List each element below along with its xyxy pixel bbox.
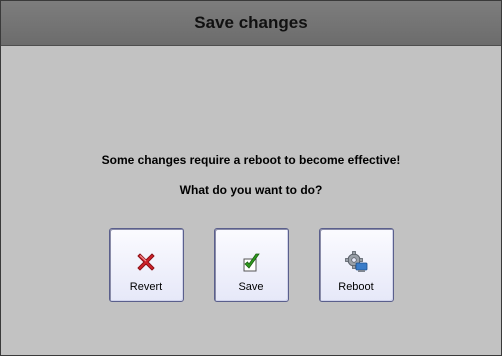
- checkmark-icon: [239, 249, 263, 275]
- save-button-label: Save: [238, 281, 264, 293]
- red-x-icon: [134, 249, 158, 275]
- save-changes-dialog: Save changes Some changes require a rebo…: [0, 0, 502, 356]
- reboot-message: Some changes require a reboot to become …: [101, 153, 401, 167]
- reboot-button[interactable]: Reboot: [318, 228, 394, 302]
- dialog-titlebar: Save changes: [1, 1, 501, 46]
- gear-computer-icon: [343, 249, 369, 275]
- button-row: Revert Save Reboot: [1, 228, 501, 302]
- reboot-button-label: Reboot: [338, 281, 374, 293]
- revert-button[interactable]: Revert: [108, 228, 184, 302]
- save-button[interactable]: Save: [213, 228, 289, 302]
- dialog-title: Save changes: [194, 13, 308, 32]
- question-message: What do you want to do?: [179, 183, 323, 197]
- revert-button-label: Revert: [129, 281, 163, 293]
